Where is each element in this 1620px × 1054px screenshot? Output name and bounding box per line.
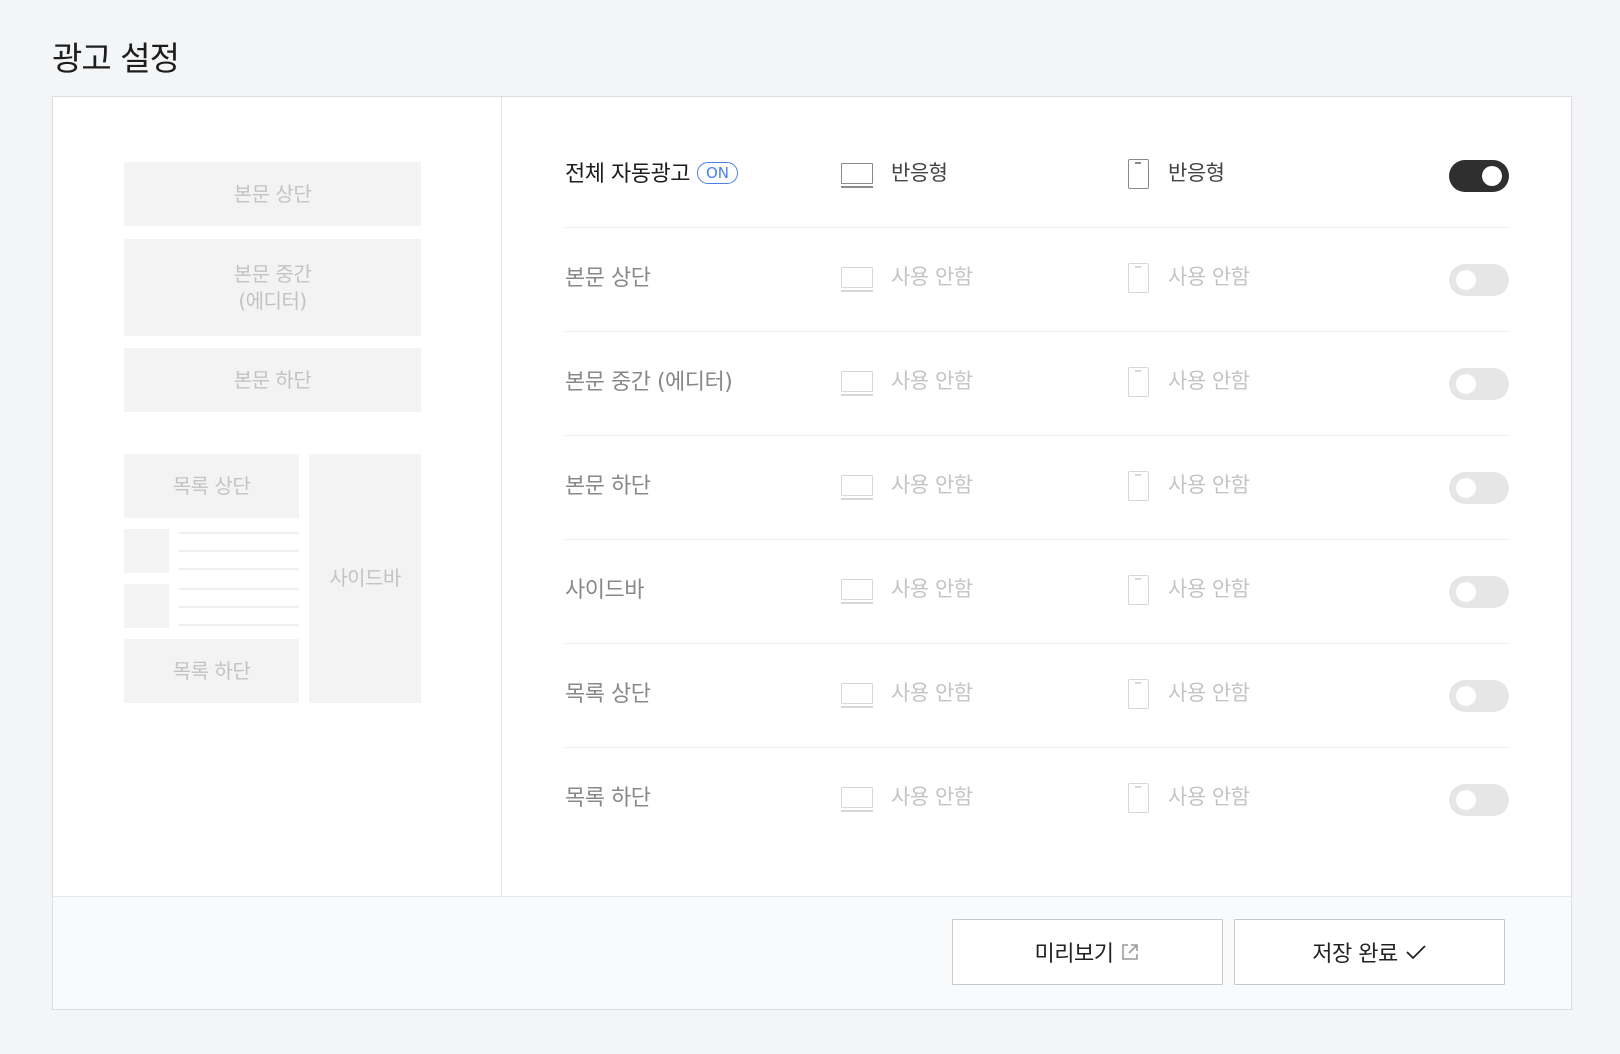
mobile-icon — [1128, 679, 1149, 709]
ad-row-body-bottom: 본문 하단 사용 안함 사용 안함 — [565, 436, 1509, 540]
pc-setting[interactable]: 사용 안함 — [891, 677, 973, 707]
desktop-icon — [841, 787, 873, 812]
list-thumbnail — [124, 584, 169, 628]
row-label: 목록 상단 — [565, 682, 651, 707]
mobile-icon — [1128, 263, 1149, 293]
ad-row-body-top: 본문 상단 사용 안함 사용 안함 — [565, 228, 1509, 332]
pc-setting[interactable]: 사용 안함 — [891, 261, 973, 291]
list-line — [179, 532, 299, 534]
desktop-icon — [841, 371, 873, 396]
row-label: 전체 자동광고 ON — [565, 156, 738, 188]
pc-setting[interactable]: 사용 안함 — [891, 365, 973, 395]
pc-setting[interactable]: 사용 안함 — [891, 781, 973, 811]
on-badge: ON — [696, 162, 738, 184]
placement-sidebar: 사이드바 — [309, 454, 421, 703]
body-bottom-toggle[interactable] — [1449, 472, 1509, 504]
desktop-icon — [841, 579, 873, 604]
mobile-setting[interactable]: 사용 안함 — [1168, 469, 1250, 499]
mobile-setting[interactable]: 사용 안함 — [1168, 781, 1250, 811]
list-line — [179, 550, 299, 552]
list-line — [179, 606, 299, 608]
save-complete-button[interactable]: 저장 완료 — [1234, 919, 1505, 985]
list-line — [179, 624, 299, 626]
mobile-icon — [1128, 159, 1149, 189]
save-button-label: 저장 완료 — [1312, 942, 1398, 967]
mobile-icon — [1128, 783, 1149, 813]
placement-body-middle: 본문 중간 (에디터) — [124, 239, 421, 336]
sidebar-toggle[interactable] — [1449, 576, 1509, 608]
list-line — [179, 568, 299, 570]
preview-button[interactable]: 미리보기 — [952, 919, 1223, 985]
desktop-icon — [841, 267, 873, 292]
mobile-setting[interactable]: 사용 안함 — [1168, 261, 1250, 291]
panel-footer: 미리보기 저장 완료 — [53, 896, 1571, 1009]
placement-body-top: 본문 상단 — [124, 162, 421, 226]
mobile-setting[interactable]: 사용 안함 — [1168, 365, 1250, 395]
desktop-icon — [841, 475, 873, 500]
list-bottom-toggle[interactable] — [1449, 784, 1509, 816]
pc-setting[interactable]: 사용 안함 — [891, 573, 973, 603]
desktop-icon — [841, 163, 873, 188]
list-line — [179, 588, 299, 590]
mobile-icon — [1128, 471, 1149, 501]
row-label: 본문 상단 — [565, 266, 651, 291]
ad-slot-list: 전체 자동광고 ON 반응형 반응형 본문 상단 사용 안함 사용 안함 본문 중… — [565, 124, 1509, 852]
page-title: 광고 설정 — [52, 39, 180, 78]
mobile-setting[interactable]: 사용 안함 — [1168, 573, 1250, 603]
list-top-toggle[interactable] — [1449, 680, 1509, 712]
preview-button-label: 미리보기 — [1034, 942, 1114, 967]
row-label: 본문 하단 — [565, 474, 651, 499]
mobile-setting[interactable]: 반응형 — [1168, 157, 1225, 187]
auto-ad-toggle[interactable] — [1449, 160, 1509, 192]
placement-body-bottom: 본문 하단 — [124, 348, 421, 412]
ad-row-list-bottom: 목록 하단 사용 안함 사용 안함 — [565, 748, 1509, 852]
placement-list-bottom: 목록 하단 — [124, 639, 299, 703]
mobile-icon — [1128, 575, 1149, 605]
placement-list-top: 목록 상단 — [124, 454, 299, 518]
ad-row-sidebar: 사이드바 사용 안함 사용 안함 — [565, 540, 1509, 644]
check-icon — [1406, 945, 1426, 960]
ad-row-body-middle: 본문 중간 (에디터) 사용 안함 사용 안함 — [565, 332, 1509, 436]
pc-setting[interactable]: 반응형 — [891, 157, 948, 187]
row-label: 목록 하단 — [565, 786, 651, 811]
row-label: 본문 중간 (에디터) — [565, 370, 733, 395]
list-thumbnail — [124, 529, 169, 573]
mobile-setting[interactable]: 사용 안함 — [1168, 677, 1250, 707]
external-link-icon — [1122, 944, 1139, 960]
ad-row-auto: 전체 자동광고 ON 반응형 반응형 — [565, 124, 1509, 228]
ad-row-list-top: 목록 상단 사용 안함 사용 안함 — [565, 644, 1509, 748]
row-label: 사이드바 — [565, 578, 644, 603]
body-middle-toggle[interactable] — [1449, 368, 1509, 400]
desktop-icon — [841, 683, 873, 708]
mobile-icon — [1128, 367, 1149, 397]
ad-settings-panel: 본문 상단 본문 중간 (에디터) 본문 하단 목록 상단 목록 하단 사이드바… — [52, 96, 1572, 1010]
ad-placement-preview: 본문 상단 본문 중간 (에디터) 본문 하단 목록 상단 목록 하단 사이드바 — [53, 97, 502, 896]
body-top-toggle[interactable] — [1449, 264, 1509, 296]
pc-setting[interactable]: 사용 안함 — [891, 469, 973, 499]
